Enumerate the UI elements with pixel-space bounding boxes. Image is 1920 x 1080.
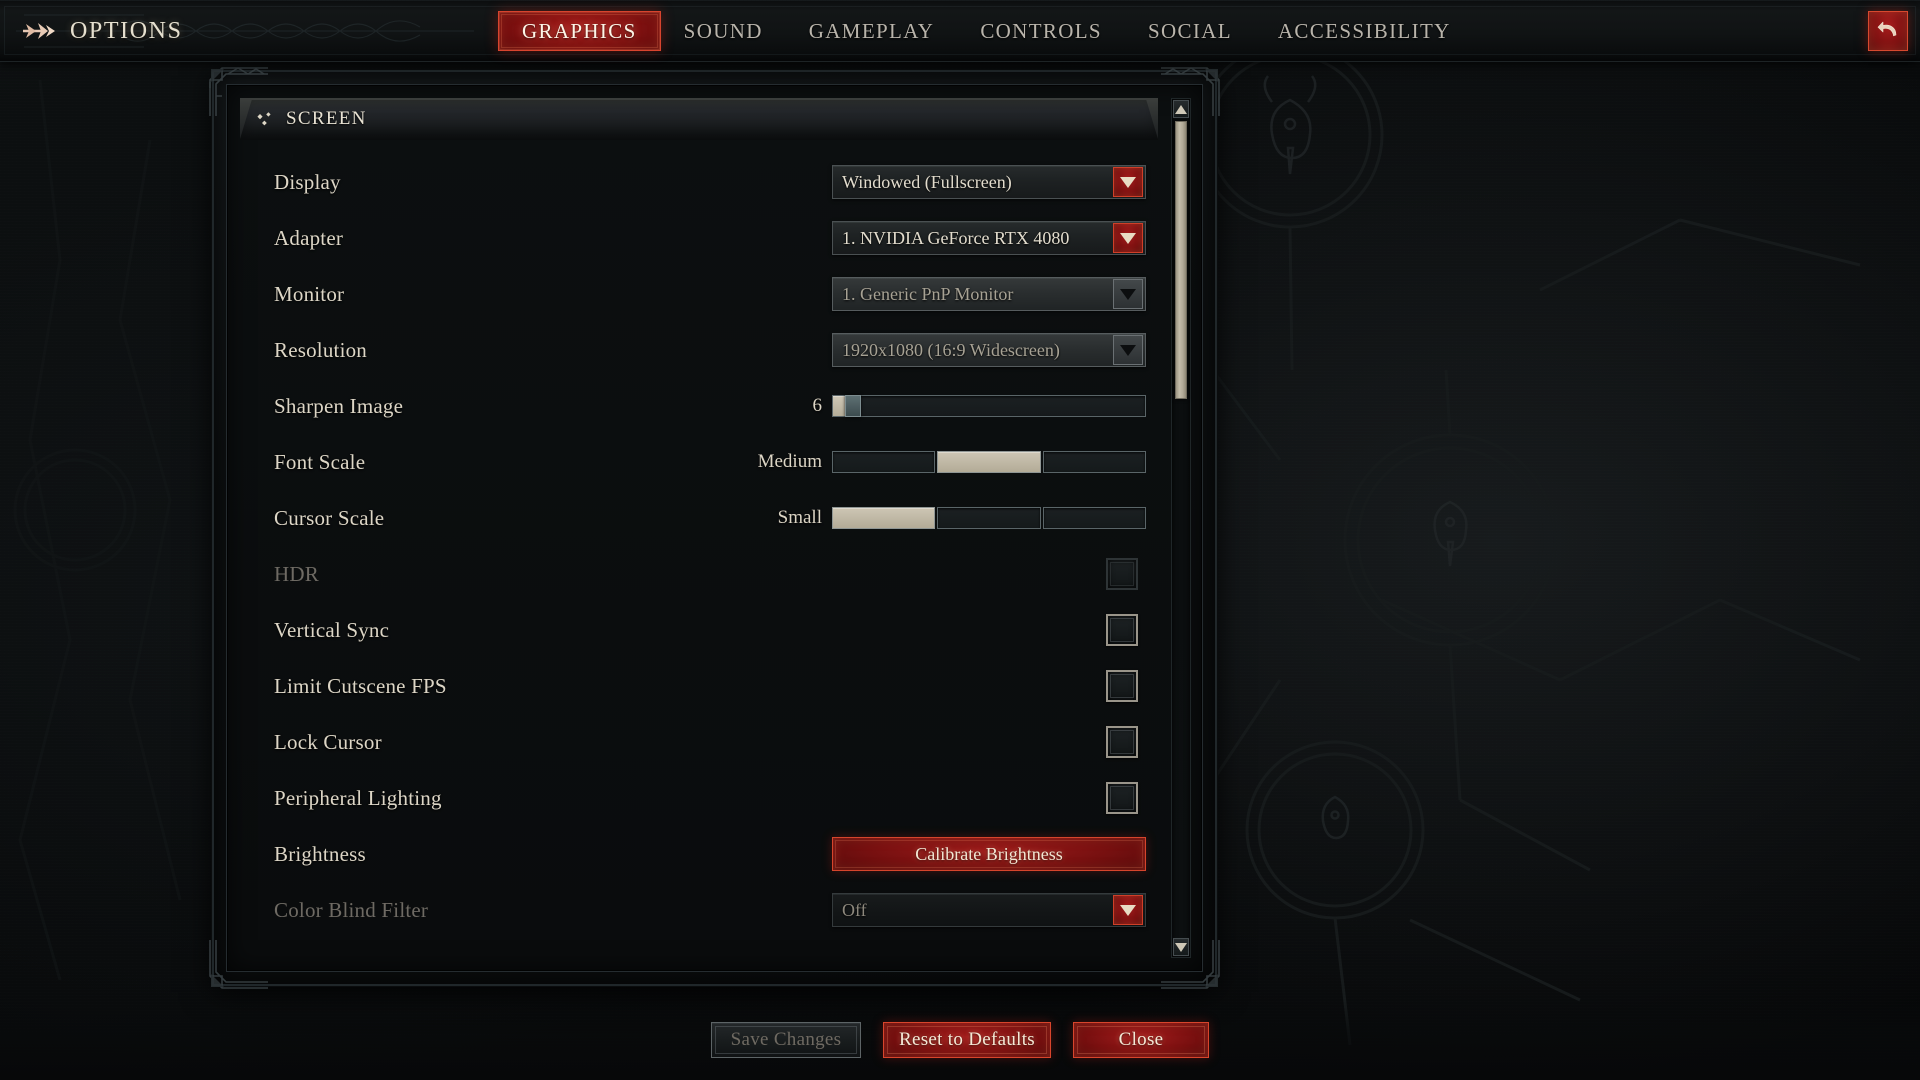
footer-button-bar: Save Changes Reset to Defaults Close (0, 1000, 1920, 1080)
label-cursor-scale: Cursor Scale (274, 505, 385, 530)
label-sharpen-image: Sharpen Image (274, 393, 404, 418)
label-peripheral-lighting: Peripheral Lighting (274, 785, 442, 810)
label-limit-cutscene-fps: Limit Cutscene FPS (274, 673, 447, 698)
dropdown-monitor-value: 1. Generic PnP Monitor (842, 283, 1014, 304)
settings-rows: Display Windowed (Fullscreen) Adapter 1.… (240, 144, 1158, 938)
tab-social[interactable]: SOCIAL (1125, 11, 1255, 51)
chevron-down-icon (1113, 279, 1143, 309)
chevron-down-icon[interactable] (1113, 167, 1143, 197)
checkbox-limit-cutscene-fps[interactable] (1106, 670, 1138, 702)
vertical-scrollbar[interactable] (1171, 98, 1191, 958)
label-vertical-sync: Vertical Sync (274, 617, 390, 642)
label-adapter: Adapter (274, 225, 344, 250)
tab-gameplay[interactable]: GAMEPLAY (786, 11, 958, 51)
label-color-blind-filter: Color Blind Filter (274, 897, 429, 922)
row-color-blind-filter: Color Blind Filter Off (240, 882, 1158, 938)
dropdown-monitor: 1. Generic PnP Monitor (832, 277, 1146, 311)
segment-large[interactable] (1042, 451, 1146, 473)
section-title: SCREEN (286, 108, 367, 129)
label-lock-cursor: Lock Cursor (274, 729, 382, 754)
slider-knob[interactable] (845, 395, 862, 417)
row-lock-cursor: Lock Cursor (240, 714, 1158, 770)
settings-content: SCREEN Display Windowed (Fullscreen) Ada… (240, 98, 1158, 958)
tab-accessibility[interactable]: ACCESSIBILITY (1255, 11, 1474, 51)
row-monitor: Monitor 1. Generic PnP Monitor (240, 266, 1158, 322)
label-resolution: Resolution (274, 337, 368, 362)
label-monitor: Monitor (274, 281, 345, 306)
tab-controls[interactable]: CONTROLS (957, 11, 1125, 51)
row-cursor-scale: Cursor Scale Small (240, 490, 1158, 546)
checkbox-lock-cursor[interactable] (1106, 726, 1138, 758)
tab-graphics[interactable]: GRAPHICS (498, 11, 661, 51)
row-brightness: Brightness Calibrate Brightness (240, 826, 1158, 882)
checkbox-hdr (1106, 558, 1138, 590)
dropdown-color-blind-filter-value: Off (842, 899, 867, 920)
options-screen: OPTIONS GRAPHICS SOUND GAMEPLAY CONTROLS… (0, 0, 1920, 1080)
segment-small[interactable] (832, 507, 936, 529)
chevron-down-icon (1113, 335, 1143, 365)
row-display: Display Windowed (Fullscreen) (240, 154, 1158, 210)
scrollbar-thumb[interactable] (1175, 121, 1187, 399)
tab-sound[interactable]: SOUND (661, 11, 786, 51)
checkbox-vertical-sync[interactable] (1106, 614, 1138, 646)
label-font-scale: Font Scale (274, 449, 366, 474)
segment-large[interactable] (1042, 507, 1146, 529)
row-resolution: Resolution 1920x1080 (16:9 Widescreen) (240, 322, 1158, 378)
row-peripheral-lighting: Peripheral Lighting (240, 770, 1158, 826)
dropdown-display-value: Windowed (Fullscreen) (842, 171, 1012, 192)
checkbox-peripheral-lighting[interactable] (1106, 782, 1138, 814)
segment-medium[interactable] (937, 451, 1041, 473)
label-display: Display (274, 169, 341, 194)
calibrate-brightness-button[interactable]: Calibrate Brightness (832, 837, 1146, 871)
row-font-scale: Font Scale Medium (240, 434, 1158, 490)
slider-cursor-scale[interactable] (832, 507, 1146, 529)
cursor-scale-value: Small (777, 507, 822, 528)
dropdown-color-blind-filter[interactable]: Off (832, 893, 1146, 927)
slider-sharpen-image[interactable] (832, 395, 1146, 417)
segment-medium[interactable] (937, 507, 1041, 529)
chevron-down-icon[interactable] (1113, 223, 1143, 253)
slider-fill (833, 396, 846, 416)
row-limit-cutscene-fps: Limit Cutscene FPS (240, 658, 1158, 714)
row-vertical-sync: Vertical Sync (240, 602, 1158, 658)
row-adapter: Adapter 1. NVIDIA GeForce RTX 4080 (240, 210, 1158, 266)
top-navigation-bar: OPTIONS GRAPHICS SOUND GAMEPLAY CONTROLS… (0, 0, 1920, 62)
dropdown-resolution-value: 1920x1080 (16:9 Widescreen) (842, 339, 1060, 360)
settings-panel: SCREEN Display Windowed (Fullscreen) Ada… (209, 67, 1220, 989)
scroll-up-arrow-icon[interactable] (1173, 100, 1189, 118)
diamond-cluster-icon (257, 112, 271, 126)
slider-font-scale[interactable] (832, 451, 1146, 473)
options-title-group: OPTIONS (22, 0, 183, 62)
dropdown-adapter[interactable]: 1. NVIDIA GeForce RTX 4080 (832, 221, 1146, 255)
dropdown-adapter-value: 1. NVIDIA GeForce RTX 4080 (842, 227, 1070, 248)
save-changes-button: Save Changes (711, 1022, 861, 1058)
close-button[interactable]: Close (1073, 1022, 1209, 1058)
page-title: OPTIONS (70, 17, 183, 44)
row-hdr: HDR (240, 546, 1158, 602)
back-button[interactable] (1868, 11, 1908, 51)
sharpen-image-value: 6 (812, 395, 823, 416)
label-brightness: Brightness (274, 841, 366, 866)
segment-small[interactable] (832, 451, 936, 473)
dropdown-resolution: 1920x1080 (16:9 Widescreen) (832, 333, 1146, 367)
label-hdr: HDR (274, 561, 319, 586)
back-arrow-icon (1877, 21, 1897, 37)
chevron-down-icon[interactable] (1113, 895, 1143, 925)
reset-to-defaults-button[interactable]: Reset to Defaults (883, 1022, 1051, 1058)
tab-bar: GRAPHICS SOUND GAMEPLAY CONTROLS SOCIAL … (498, 0, 1474, 62)
scroll-down-arrow-icon[interactable] (1173, 938, 1189, 956)
double-arrow-icon (23, 23, 55, 39)
font-scale-value: Medium (757, 451, 822, 472)
section-header-screen: SCREEN (240, 98, 1158, 140)
dropdown-display[interactable]: Windowed (Fullscreen) (832, 165, 1146, 199)
row-sharpen-image: Sharpen Image 6 (240, 378, 1158, 434)
